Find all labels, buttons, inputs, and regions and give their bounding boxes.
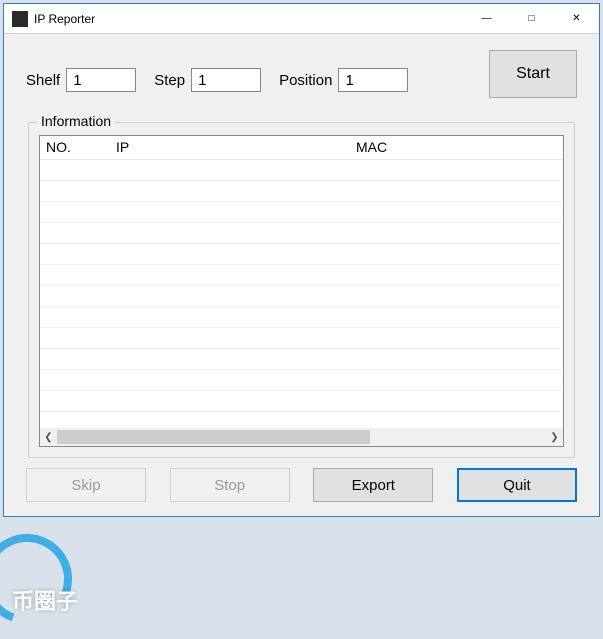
scroll-left-icon[interactable]: ❮: [40, 429, 57, 446]
table-row[interactable]: [40, 181, 563, 202]
app-icon: [12, 11, 28, 27]
horizontal-scrollbar[interactable]: ❮ ❯: [40, 428, 563, 446]
table-row[interactable]: [40, 391, 563, 412]
step-label: Step: [154, 72, 185, 89]
stop-button: Stop: [170, 468, 290, 502]
results-grid[interactable]: NO. IP MAC: [39, 135, 564, 447]
quit-button[interactable]: Quit: [457, 468, 577, 502]
watermark-text: 币圈子: [12, 584, 78, 616]
step-input[interactable]: [191, 68, 261, 92]
watermark-ring-icon: [0, 519, 87, 639]
position-label: Position: [279, 72, 332, 89]
table-row[interactable]: [40, 223, 563, 244]
column-mac[interactable]: MAC: [350, 136, 563, 159]
table-row[interactable]: [40, 244, 563, 265]
table-row[interactable]: [40, 307, 563, 328]
table-row[interactable]: [40, 328, 563, 349]
scroll-right-icon[interactable]: ❯: [546, 429, 563, 446]
table-row[interactable]: [40, 370, 563, 391]
scroll-track[interactable]: [57, 429, 546, 446]
column-no[interactable]: NO.: [40, 136, 110, 159]
table-row[interactable]: [40, 265, 563, 286]
column-ip[interactable]: IP: [110, 136, 350, 159]
maximize-button[interactable]: □: [509, 4, 554, 34]
minimize-button[interactable]: —: [464, 4, 509, 34]
shelf-label: Shelf: [26, 72, 60, 89]
shelf-input[interactable]: [66, 68, 136, 92]
inputs-row: Shelf Step Position Start: [26, 62, 577, 98]
table-row[interactable]: [40, 286, 563, 307]
button-row: Skip Stop Export Quit: [26, 468, 577, 502]
group-label: Information: [37, 113, 115, 129]
titlebar: IP Reporter — □ ✕: [4, 4, 599, 34]
skip-button: Skip: [26, 468, 146, 502]
export-button[interactable]: Export: [313, 468, 433, 502]
grid-header: NO. IP MAC: [40, 136, 563, 160]
start-button[interactable]: Start: [489, 50, 577, 98]
table-row[interactable]: [40, 349, 563, 370]
table-row[interactable]: [40, 202, 563, 223]
information-group: Information NO. IP MAC: [28, 122, 575, 458]
app-window: IP Reporter — □ ✕ Shelf Step Position St…: [3, 3, 600, 517]
table-row[interactable]: [40, 160, 563, 181]
grid-body: [40, 160, 563, 428]
close-button[interactable]: ✕: [554, 4, 599, 34]
client-area: Shelf Step Position Start Information NO…: [4, 34, 599, 516]
window-title: IP Reporter: [34, 12, 464, 26]
scroll-thumb[interactable]: [57, 430, 370, 444]
position-input[interactable]: [338, 68, 408, 92]
